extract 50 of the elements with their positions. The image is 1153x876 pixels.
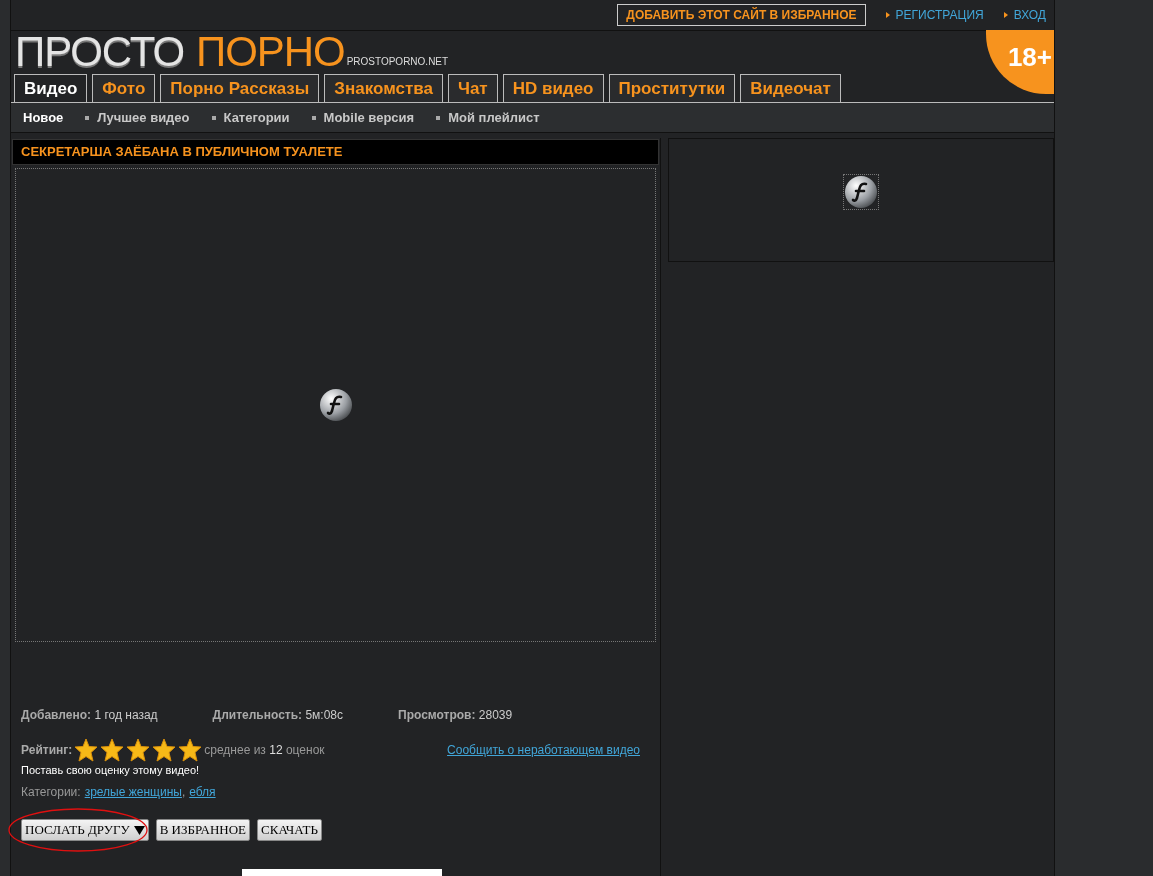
- subnav-link[interactable]: Мой плейлист: [448, 107, 540, 128]
- subnav-link[interactable]: Новое: [23, 107, 64, 128]
- categories-label: Категории:: [21, 784, 81, 802]
- nav-tab[interactable]: Видео: [14, 74, 88, 102]
- nav-tab[interactable]: Проститутки: [608, 74, 736, 102]
- star-icon[interactable]: [152, 737, 177, 762]
- category-link[interactable]: ебля: [189, 783, 216, 802]
- subnav-link[interactable]: Mobile версия: [323, 107, 415, 128]
- subnav-link[interactable]: Категории: [223, 107, 290, 128]
- rating-prompt: Поставь свою оценку этому видео!: [20, 762, 201, 778]
- subnav-link[interactable]: Лучшее видео: [97, 107, 190, 128]
- send-to-friend-dropdown[interactable]: ПОСЛАТЬ ДРУГУ: [21, 819, 149, 842]
- bullet-icon: [211, 115, 216, 120]
- nav-tab[interactable]: Порно Рассказы: [160, 74, 320, 102]
- logo-text[interactable]: ПРОСТО: [15, 32, 185, 72]
- bullet-icon: [311, 115, 316, 120]
- rating-average: среднее из 12 оценок: [204, 741, 325, 759]
- star-icon[interactable]: [126, 737, 151, 762]
- action-button[interactable]: В ИЗБРАННОЕ: [155, 819, 251, 842]
- rating-stars[interactable]: [74, 737, 203, 762]
- header-link[interactable]: РЕГИСТРАЦИЯ: [895, 6, 984, 24]
- bullet-icon: [85, 115, 90, 120]
- comma: ,: [181, 784, 186, 802]
- header-link[interactable]: ВХОД: [1013, 6, 1046, 24]
- nav-tab[interactable]: HD видео: [502, 74, 604, 102]
- caret-icon: [133, 825, 145, 835]
- flash-plugin-icon: [318, 388, 353, 423]
- logo-domain: PROSTOPORNO.NET: [346, 55, 449, 69]
- star-icon[interactable]: [178, 737, 203, 762]
- bookmark-site-button[interactable]: ДОБАВИТЬ ЭТОТ САЙТ В ИЗБРАННОЕ: [617, 4, 866, 26]
- video-title-bar: СЕКРЕТАРША ЗАЁБАНА В ПУБЛИЧНОМ ТУАЛЕТЕ: [12, 139, 659, 166]
- report-link[interactable]: Сообщить о неработающем видео: [447, 740, 640, 759]
- flash-plugin-icon: [844, 175, 878, 209]
- bullet-icon: [436, 115, 441, 120]
- age-badge: 18+: [986, 30, 1054, 94]
- star-icon[interactable]: [74, 737, 99, 762]
- video-info: Просмотров: 28039: [398, 706, 513, 724]
- video-info: Добавлено: 1 год назад: [21, 706, 158, 724]
- nav-tab[interactable]: Фото: [92, 74, 156, 102]
- video-info: Длительность: 5м:08с: [212, 706, 343, 724]
- nav-tab[interactable]: Чат: [447, 74, 498, 102]
- logo-text[interactable]: ПОРНО: [196, 32, 345, 72]
- nav-tab[interactable]: Видеочат: [740, 74, 841, 102]
- star-icon[interactable]: [100, 737, 125, 762]
- nav-tab[interactable]: Знакомства: [324, 74, 443, 102]
- bullet-icon: [1003, 12, 1008, 18]
- rating-label: Рейтинг:: [21, 741, 73, 759]
- action-button[interactable]: СКАЧАТЬ: [257, 819, 322, 842]
- category-link[interactable]: зрелые женщины: [84, 783, 182, 802]
- bullet-icon: [885, 12, 890, 18]
